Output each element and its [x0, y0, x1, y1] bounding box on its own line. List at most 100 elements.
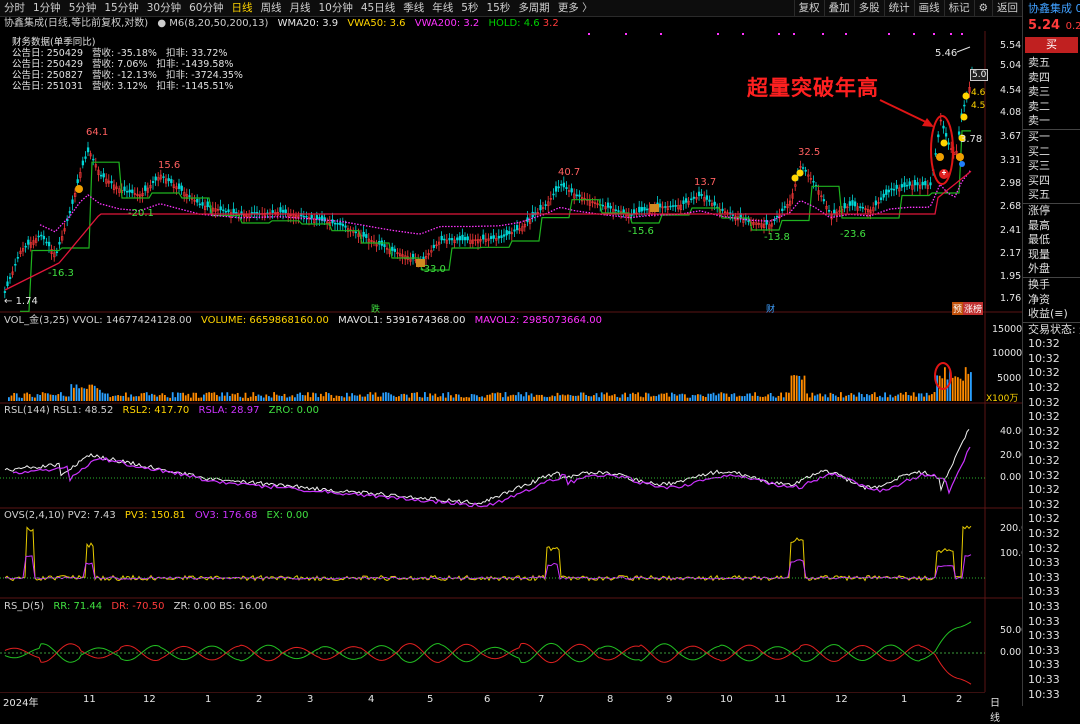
volume-bar: [218, 396, 221, 401]
volume-bar: [803, 375, 806, 401]
quote-panel: 协鑫集成 0 5.24 0.20 买 卖五卖四卖三卖二卖一买一买二买三买四买五涨…: [1022, 0, 1080, 706]
volume-bar: [951, 377, 954, 401]
pv3-value: PV3: 150.81: [124, 510, 186, 521]
candle-body: [8, 276, 12, 280]
volume-bar: [395, 396, 398, 401]
candle-body: [812, 181, 815, 183]
candle-body: [279, 207, 282, 213]
candle-body: [422, 256, 425, 260]
volume-bar: [184, 395, 187, 401]
quote-row: 10:32: [1028, 410, 1060, 424]
candle-body: [37, 235, 40, 238]
volume-bar: [533, 396, 535, 401]
quote-row: 10:33: [1028, 614, 1060, 628]
candle-body: [947, 142, 950, 145]
volume-bar: [821, 396, 824, 401]
volume-bar: [764, 396, 767, 401]
volume-bar: [751, 395, 754, 401]
quote-row: 买二: [1028, 144, 1050, 158]
volume-bar: [80, 387, 83, 401]
volume-bar: [678, 394, 681, 401]
candle-body: [27, 239, 30, 245]
candle-body: [903, 182, 906, 187]
volume-bar: [743, 396, 746, 401]
vwa200-line: [4, 170, 972, 291]
candle-body: [700, 194, 703, 196]
volume-bar: [946, 379, 949, 401]
volume-bar: [44, 393, 47, 401]
candle-body: [284, 209, 287, 214]
volume-bar: [244, 392, 247, 401]
candle-body: [339, 222, 342, 226]
volume-bar: [860, 393, 863, 401]
candle-body: [833, 209, 836, 214]
volume-bar: [808, 397, 811, 401]
volume-bar: [585, 394, 587, 401]
volume-bar: [580, 392, 582, 401]
high-label-546: 5.46: [935, 48, 958, 59]
candle-body: [391, 246, 394, 251]
candle-body: [492, 235, 495, 239]
price-axis-label: 3.67: [1000, 131, 1022, 142]
volume-bar: [957, 377, 959, 401]
quote-row: 买五: [1028, 188, 1050, 202]
volume-bar: [489, 394, 491, 401]
candle-body: [827, 209, 831, 212]
volume-bar: [723, 393, 725, 401]
volume-bar: [179, 392, 182, 401]
candle-body: [801, 167, 805, 169]
volume-bar: [491, 392, 494, 401]
buy-button[interactable]: 买: [1025, 37, 1078, 53]
forecast-marker[interactable]: 预: [952, 302, 964, 315]
fall-marker[interactable]: 跌: [371, 302, 380, 315]
volume-bar: [912, 392, 915, 401]
candle-body: [632, 209, 636, 215]
volume-bar: [858, 392, 860, 401]
rr-value: RR: 71.44: [53, 601, 103, 612]
volume-bar: [546, 397, 548, 401]
volume-bar: [78, 388, 80, 401]
candle-body: [6, 281, 9, 286]
date-label: 11: [774, 694, 787, 705]
volume-bar: [67, 396, 70, 401]
limitup-marker[interactable]: 涨榜: [963, 302, 984, 315]
low-label-138: -13.8: [764, 232, 790, 243]
date-axis: 2024年 11 12 1 2 3 4 5 6 7 8 9 10 11 12 1…: [0, 692, 1000, 724]
candle-body: [934, 153, 937, 155]
volume-bar: [320, 393, 322, 401]
volume-bar: [346, 392, 348, 401]
ov3-value: OV3: 176.68: [194, 510, 258, 521]
volume-bar: [36, 394, 39, 401]
volume-bar: [197, 397, 200, 401]
volume-bar: [34, 397, 36, 401]
quote-row: 10:32: [1028, 483, 1060, 497]
candle-body: [900, 184, 904, 188]
candle-body: [188, 195, 191, 197]
volume-bar: [65, 396, 67, 401]
volume-bar: [931, 394, 933, 401]
quote-row: 10:32: [1028, 439, 1060, 453]
candle-body: [508, 231, 511, 235]
volume-bar: [520, 394, 522, 401]
rsla-value: RSLA: 28.97: [198, 405, 260, 416]
finance-marker[interactable]: 财: [766, 302, 775, 315]
volume-bar: [39, 394, 41, 401]
volume-bar: [434, 393, 437, 401]
volume-bar: [811, 392, 814, 401]
candle-body: [916, 182, 919, 186]
volume-bar: [824, 394, 827, 401]
volume-bar: [249, 396, 252, 401]
volume-bar: [559, 395, 561, 401]
quote-row: 买一: [1023, 128, 1080, 145]
stock-name[interactable]: 协鑫集成 0: [1023, 0, 1080, 17]
volume-bar: [671, 392, 673, 401]
volume-bar: [790, 375, 793, 401]
volume-bar: [645, 392, 647, 401]
volume-bar: [736, 396, 738, 401]
volume-bar: [504, 392, 507, 401]
volume-bar: [314, 393, 317, 401]
volume-bar: [190, 397, 192, 401]
candle-body: [482, 234, 485, 240]
candle-body: [362, 231, 365, 237]
quote-row: 10:33: [1028, 687, 1060, 701]
